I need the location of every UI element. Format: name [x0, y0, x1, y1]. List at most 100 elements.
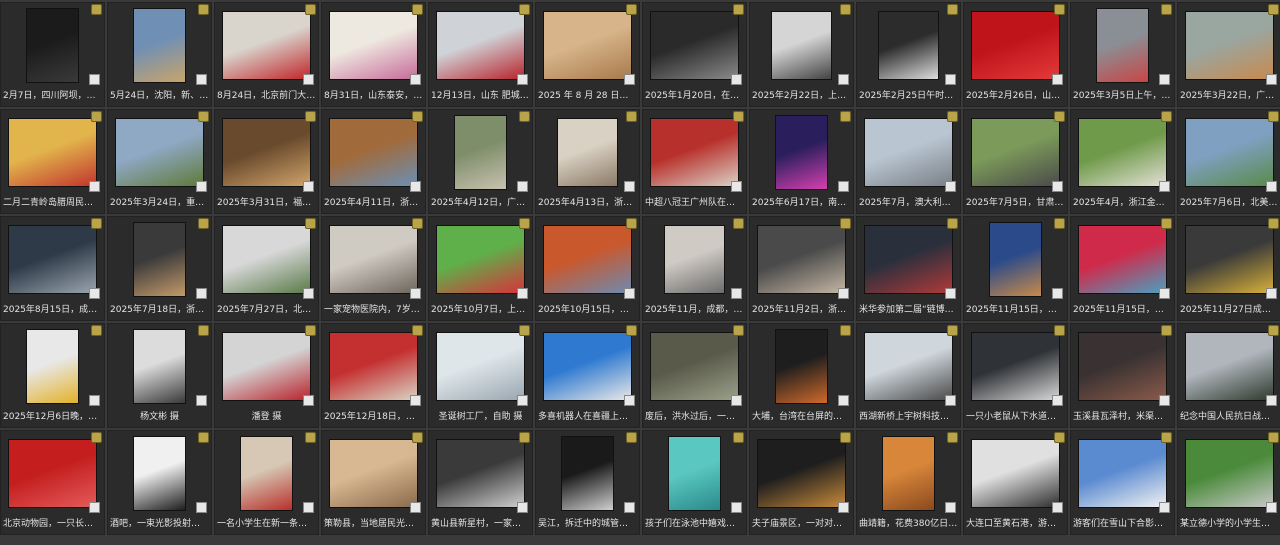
photo-tile[interactable]: 8月31日，山东泰安，一年级… — [321, 2, 426, 107]
select-checkbox[interactable] — [731, 288, 742, 299]
photo-thumbnail[interactable] — [543, 331, 632, 402]
select-checkbox[interactable] — [1052, 395, 1063, 406]
photo-tile[interactable]: 2025年3月5日上午，天空下… — [1070, 2, 1175, 107]
select-checkbox[interactable] — [945, 74, 956, 85]
photo-tile[interactable]: 2025年3月22日，广东深圳… — [1177, 2, 1280, 107]
select-checkbox[interactable] — [1159, 288, 1170, 299]
select-checkbox[interactable] — [89, 181, 100, 192]
select-checkbox[interactable] — [838, 502, 849, 513]
photo-thumbnail[interactable] — [25, 8, 80, 83]
photo-thumbnail[interactable] — [329, 331, 418, 402]
photo-thumbnail[interactable] — [132, 329, 187, 404]
select-checkbox[interactable] — [1159, 181, 1170, 192]
select-checkbox[interactable] — [945, 502, 956, 513]
photo-tile[interactable]: 酒吧，一束光影投射在了身… — [107, 430, 212, 535]
photo-thumbnail[interactable] — [667, 436, 722, 511]
select-checkbox[interactable] — [89, 502, 100, 513]
select-checkbox[interactable] — [517, 288, 528, 299]
photo-tile[interactable]: 玉溪县瓦泽村，米渠徽妈的… — [1070, 323, 1175, 428]
photo-tile[interactable]: 2025年7月6日，北美山，每… — [1177, 109, 1280, 214]
photo-thumbnail[interactable] — [1185, 438, 1274, 509]
photo-tile[interactable]: 米华参加第二届“链博会”… — [856, 216, 961, 321]
select-checkbox[interactable] — [517, 502, 528, 513]
photo-thumbnail[interactable] — [971, 117, 1060, 188]
photo-tile[interactable]: 2025年4月，浙江金华，夕… — [1070, 109, 1175, 214]
photo-thumbnail[interactable] — [774, 115, 829, 190]
photo-thumbnail[interactable] — [329, 117, 418, 188]
select-checkbox[interactable] — [517, 181, 528, 192]
select-checkbox[interactable] — [945, 395, 956, 406]
select-checkbox[interactable] — [945, 181, 956, 192]
photo-thumbnail[interactable] — [436, 10, 525, 81]
photo-tile[interactable]: 2025 年 8 月 28 日，中国新… — [535, 2, 640, 107]
select-checkbox[interactable] — [303, 395, 314, 406]
select-checkbox[interactable] — [410, 181, 421, 192]
photo-thumbnail[interactable] — [663, 224, 726, 295]
photo-thumbnail[interactable] — [971, 10, 1060, 81]
photo-thumbnail[interactable] — [8, 438, 97, 509]
photo-tile[interactable]: 2025年3月31日，福州曼谷… — [214, 109, 319, 214]
select-checkbox[interactable] — [196, 395, 207, 406]
photo-tile[interactable]: 一名小学生在新一条街来的… — [214, 430, 319, 535]
select-checkbox[interactable] — [731, 181, 742, 192]
photo-thumbnail[interactable] — [239, 436, 294, 511]
photo-thumbnail[interactable] — [1185, 224, 1274, 295]
photo-tile[interactable]: 夫子庙景区，一对对游客纷… — [749, 430, 854, 535]
photo-thumbnail[interactable] — [453, 115, 508, 190]
photo-thumbnail[interactable] — [222, 224, 311, 295]
select-checkbox[interactable] — [196, 74, 207, 85]
photo-tile[interactable]: 某立德小学的小学生在校园… — [1177, 430, 1280, 535]
select-checkbox[interactable] — [303, 502, 314, 513]
photo-thumbnail[interactable] — [1095, 8, 1150, 83]
select-checkbox[interactable] — [624, 288, 635, 299]
photo-tile[interactable]: 2025年3月24日，重庆市两… — [107, 109, 212, 214]
photo-tile[interactable]: 2025年4月12日，广东湛江… — [428, 109, 533, 214]
photo-tile[interactable]: 中超八冠王广州队在天德中… — [642, 109, 747, 214]
select-checkbox[interactable] — [303, 288, 314, 299]
photo-tile[interactable]: 8月24日，北京前门大街，游… — [214, 2, 319, 107]
photo-thumbnail[interactable] — [8, 117, 97, 188]
photo-tile[interactable]: 潘登 摄 — [214, 323, 319, 428]
photo-thumbnail[interactable] — [1185, 117, 1274, 188]
select-checkbox[interactable] — [1266, 288, 1277, 299]
photo-tile[interactable]: 2025年4月11日，浙江金华… — [321, 109, 426, 214]
select-checkbox[interactable] — [1159, 395, 1170, 406]
select-checkbox[interactable] — [1266, 395, 1277, 406]
select-checkbox[interactable] — [731, 74, 742, 85]
select-checkbox[interactable] — [1052, 288, 1063, 299]
photo-thumbnail[interactable] — [222, 10, 311, 81]
select-checkbox[interactable] — [410, 288, 421, 299]
select-checkbox[interactable] — [731, 395, 742, 406]
photo-tile[interactable]: 吴江，拆迁中的城管村，被… — [535, 430, 640, 535]
photo-tile[interactable]: 一只小老鼠从下水道伸出爪… — [963, 323, 1068, 428]
photo-tile[interactable]: 多喜机器人在喜疆上全流宽… — [535, 323, 640, 428]
photo-thumbnail[interactable] — [971, 438, 1060, 509]
photo-thumbnail[interactable] — [877, 10, 940, 81]
select-checkbox[interactable] — [624, 502, 635, 513]
photo-tile[interactable]: 策勒县，当地居民光膀晒… — [321, 430, 426, 535]
photo-thumbnail[interactable] — [864, 117, 953, 188]
photo-thumbnail[interactable] — [774, 329, 829, 404]
photo-tile[interactable]: 2025年12月6日晚，2025-2… — [0, 323, 105, 428]
photo-tile[interactable]: 2月7日，四川阿坝，连绵暖… — [0, 2, 105, 107]
photo-thumbnail[interactable] — [864, 224, 953, 295]
photo-tile[interactable]: 2025年2月26日，山城重庆… — [963, 2, 1068, 107]
photo-thumbnail[interactable] — [132, 8, 187, 83]
photo-tile[interactable]: 大埔，台湾在台屏的读中楼… — [749, 323, 854, 428]
select-checkbox[interactable] — [517, 74, 528, 85]
photo-thumbnail[interactable] — [971, 331, 1060, 402]
photo-thumbnail[interactable] — [132, 436, 187, 511]
photo-tile[interactable]: 2025年1月20日，在上海市… — [642, 2, 747, 107]
select-checkbox[interactable] — [838, 395, 849, 406]
select-checkbox[interactable] — [89, 395, 100, 406]
photo-tile[interactable]: 2025年2月25日午时，重庆… — [856, 2, 961, 107]
photo-thumbnail[interactable] — [115, 117, 204, 188]
select-checkbox[interactable] — [838, 74, 849, 85]
photo-thumbnail[interactable] — [650, 331, 739, 402]
select-checkbox[interactable] — [838, 181, 849, 192]
select-checkbox[interactable] — [624, 395, 635, 406]
select-checkbox[interactable] — [1052, 181, 1063, 192]
select-checkbox[interactable] — [1266, 502, 1277, 513]
photo-tile[interactable]: 北京动物园，一只长颈鹿把… — [0, 430, 105, 535]
photo-thumbnail[interactable] — [543, 224, 632, 295]
